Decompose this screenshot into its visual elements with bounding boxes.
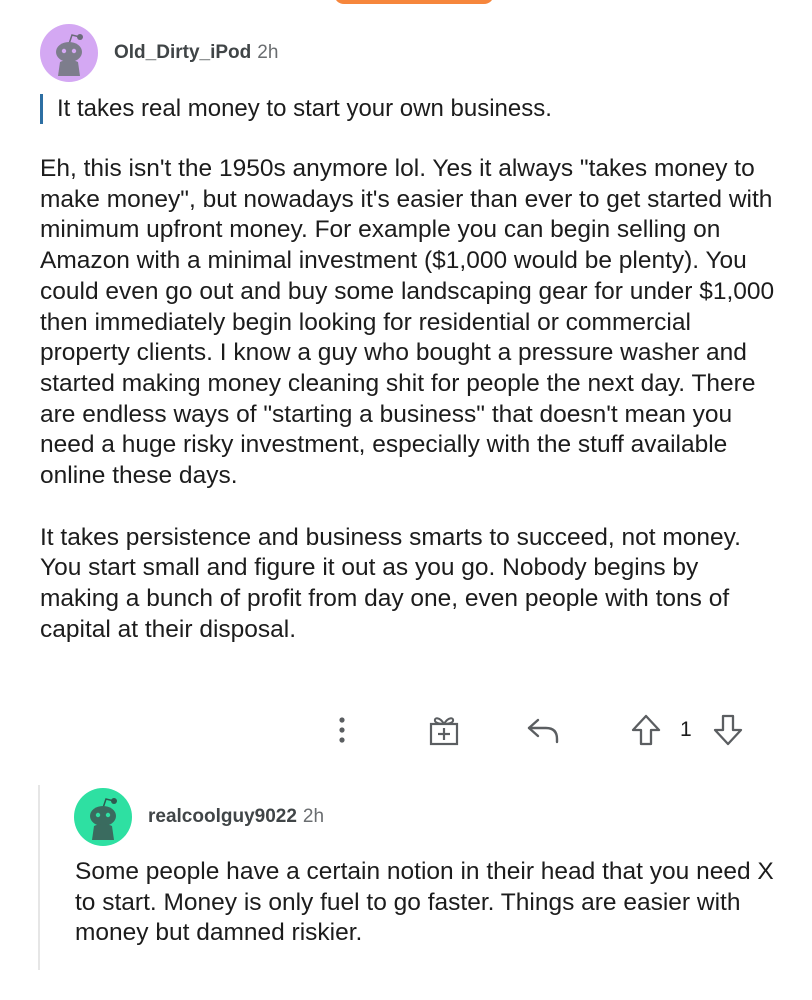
comment-reply: realcoolguy9022 2h Some people have a ce… xyxy=(0,786,812,949)
timestamp: 2h xyxy=(302,806,325,827)
gift-award-icon xyxy=(429,717,459,746)
downvote-arrow-icon xyxy=(713,714,743,746)
upvote-button[interactable] xyxy=(630,710,662,750)
more-vertical-icon xyxy=(339,717,345,743)
reply-arrow-icon xyxy=(527,718,559,744)
avatar[interactable] xyxy=(74,788,132,846)
upvote-arrow-icon xyxy=(631,714,661,746)
vote-count: 1 xyxy=(680,718,692,741)
username[interactable]: Old_Dirty_iPod xyxy=(114,42,251,64)
timestamp: 2h xyxy=(257,42,279,63)
reply-button[interactable] xyxy=(526,710,560,750)
downvote-button[interactable] xyxy=(712,710,744,750)
snoo-avatar-icon xyxy=(56,34,83,76)
username[interactable]: realcoolguy9022 xyxy=(148,806,297,828)
comment-header: Old_Dirty_iPod 2h xyxy=(0,22,812,84)
snoo-avatar-icon xyxy=(90,798,117,840)
comment-action-bar: 1 xyxy=(0,710,812,750)
top-action-pill[interactable] xyxy=(334,0,494,4)
comment-header: realcoolguy9022 2h xyxy=(0,786,812,848)
avatar[interactable] xyxy=(40,24,98,82)
comment-paragraph: It takes persistence and business smarts… xyxy=(40,523,741,643)
award-button[interactable] xyxy=(428,710,460,750)
more-options-button[interactable] xyxy=(336,710,348,750)
comment-paragraph: Some people have a certain notion in the… xyxy=(75,858,774,947)
blockquote: It takes real money to start your own bu… xyxy=(40,94,757,124)
comment: Old_Dirty_iPod 2h It takes real money to… xyxy=(0,22,812,746)
comment-paragraph: Eh, this isn't the 1950s anymore lol. Ye… xyxy=(40,155,775,490)
